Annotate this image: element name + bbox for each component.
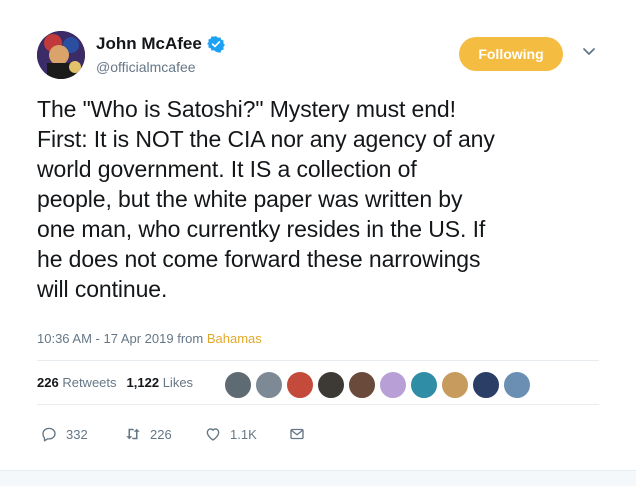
following-button[interactable]: Following bbox=[459, 37, 563, 71]
tweet-text: The "Who is Satoshi?" Mystery must end! … bbox=[37, 94, 617, 304]
display-name-text[interactable]: John McAfee bbox=[96, 34, 202, 54]
heart-icon bbox=[206, 428, 220, 441]
like-action[interactable]: 1.1K bbox=[204, 425, 288, 443]
user-info: John McAfee @officialmcafee bbox=[96, 34, 225, 76]
retweet-count: 226 bbox=[150, 426, 172, 442]
liker-avatar[interactable] bbox=[224, 371, 252, 399]
chevron-down-icon[interactable] bbox=[582, 47, 596, 57]
liker-avatar[interactable] bbox=[348, 371, 376, 399]
likes-count: 1,122 bbox=[126, 375, 160, 390]
tweet-line: The "Who is Satoshi?" Mystery must end! bbox=[37, 96, 456, 122]
divider bbox=[37, 404, 599, 405]
message-action[interactable] bbox=[288, 425, 306, 443]
likes-stat[interactable]: 1,122 Likes bbox=[127, 375, 194, 390]
retweet-icon bbox=[126, 428, 140, 440]
retweets-stat[interactable]: 226 Retweets bbox=[37, 375, 117, 390]
tweet-stats: 226 Retweets 1,122 Likes bbox=[37, 375, 193, 390]
likes-label: Likes bbox=[162, 375, 194, 390]
liker-avatar[interactable] bbox=[379, 371, 407, 399]
tweet-line: people, but the white paper was written … bbox=[37, 186, 463, 212]
liker-avatar[interactable] bbox=[317, 371, 345, 399]
envelope-icon bbox=[290, 428, 304, 440]
tweet-line: one man, who currentky resides in the US… bbox=[37, 216, 486, 242]
tweet-line: he does not come forward these narrowing… bbox=[37, 246, 481, 272]
tweet-line: will continue. bbox=[37, 276, 168, 302]
liker-avatar[interactable] bbox=[472, 371, 500, 399]
avatar[interactable] bbox=[37, 31, 85, 79]
reply-count: 332 bbox=[66, 426, 88, 442]
tweet-line: world government. It IS a collection of bbox=[37, 156, 417, 182]
action-bar: 332 226 1.1K bbox=[40, 425, 306, 443]
liker-avatar[interactable] bbox=[255, 371, 283, 399]
like-count: 1.1K bbox=[230, 426, 257, 442]
retweets-label: Retweets bbox=[62, 375, 117, 390]
retweets-count: 226 bbox=[37, 375, 59, 390]
liker-avatar[interactable] bbox=[410, 371, 438, 399]
divider bbox=[37, 360, 599, 361]
liker-avatar[interactable] bbox=[286, 371, 314, 399]
tweet-timestamp[interactable]: 10:36 AM - 17 Apr 2019 from bbox=[37, 331, 203, 346]
retweet-action[interactable]: 226 bbox=[124, 425, 204, 443]
reply-action[interactable]: 332 bbox=[40, 425, 124, 443]
user-handle[interactable]: @officialmcafee bbox=[96, 58, 225, 76]
display-name[interactable]: John McAfee bbox=[96, 34, 225, 54]
reply-icon bbox=[42, 427, 56, 442]
tweet-meta: 10:36 AM - 17 Apr 2019 from Bahamas bbox=[37, 331, 262, 346]
tweet-footer-strip bbox=[0, 470, 636, 486]
tweet-line: First: It is NOT the CIA nor any agency … bbox=[37, 126, 495, 152]
liker-avatars bbox=[224, 371, 531, 399]
tweet-card: John McAfee @officialmcafee Following Th… bbox=[0, 0, 636, 486]
verified-badge-icon bbox=[206, 36, 225, 53]
tweet-location[interactable]: Bahamas bbox=[207, 331, 262, 346]
liker-avatar[interactable] bbox=[503, 371, 531, 399]
liker-avatar[interactable] bbox=[441, 371, 469, 399]
